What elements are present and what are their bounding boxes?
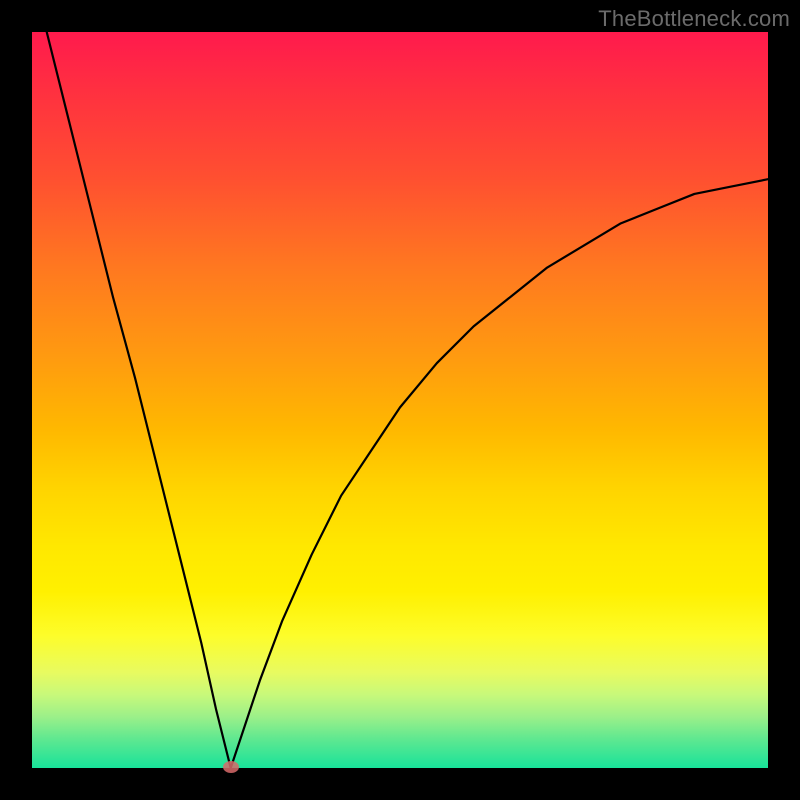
curve-path	[47, 32, 768, 768]
minimum-marker	[223, 761, 239, 773]
plot-area	[32, 32, 768, 768]
watermark-text: TheBottleneck.com	[598, 6, 790, 32]
chart-frame: TheBottleneck.com	[0, 0, 800, 800]
bottleneck-curve	[32, 32, 768, 768]
